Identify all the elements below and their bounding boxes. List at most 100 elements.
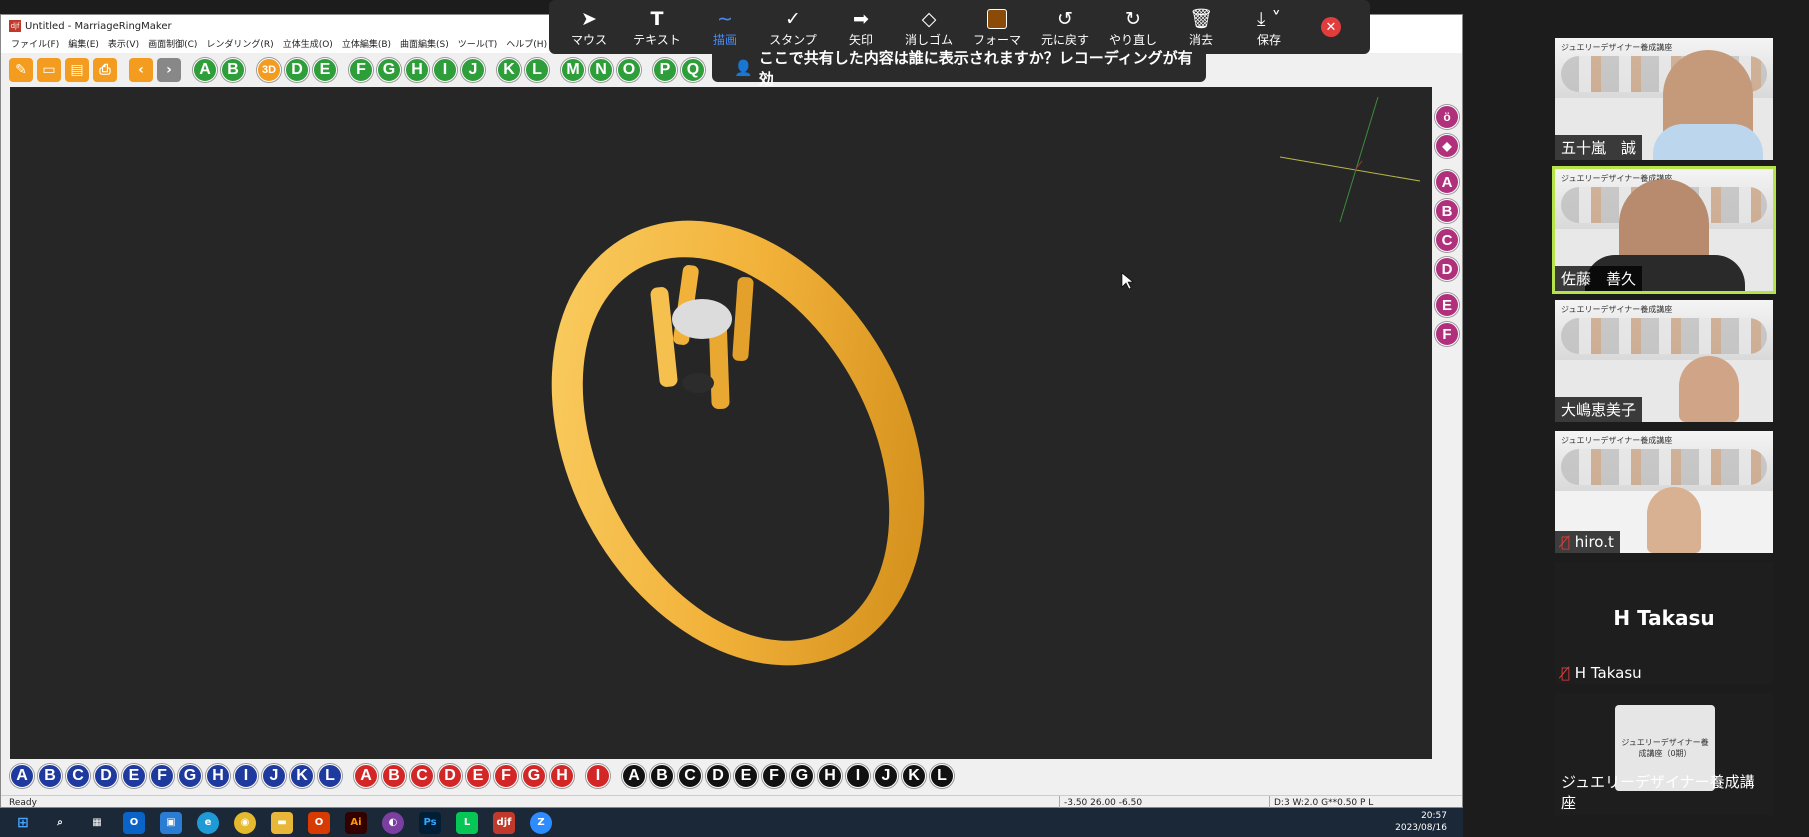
ring-tool-icon[interactable]: ö [1435, 105, 1459, 129]
tool-o[interactable]: O [617, 58, 641, 82]
menu-tools[interactable]: ツール(T) [458, 37, 498, 53]
black-tool-c[interactable]: C [678, 764, 702, 788]
black-tool-d[interactable]: D [706, 764, 730, 788]
menu-file[interactable]: ファイル(F) [11, 37, 59, 53]
red-tool-h[interactable]: H [550, 764, 574, 788]
system-clock[interactable]: 20:57 2023/08/16 [1395, 810, 1447, 834]
blue-tool-a[interactable]: A [10, 764, 34, 788]
chrome-icon[interactable]: ◉ [234, 811, 256, 834]
annot-close-button[interactable]: ✕ [1321, 17, 1341, 37]
black-tool-f[interactable]: F [762, 764, 786, 788]
blue-tool-d[interactable]: D [94, 764, 118, 788]
menu-solid-create[interactable]: 立体生成(O) [283, 37, 333, 53]
menu-surface-edit[interactable]: 曲面編集(S) [400, 37, 449, 53]
blue-tool-l[interactable]: L [318, 764, 342, 788]
blue-tool-g[interactable]: G [178, 764, 202, 788]
tool-m[interactable]: M [561, 58, 585, 82]
right-tool-c[interactable]: C [1435, 228, 1459, 252]
red-tool-b[interactable]: B [382, 764, 406, 788]
participant-tile-5[interactable]: H Takasu 🎙̸ H Takasu [1555, 562, 1773, 684]
blue-tool-f[interactable]: F [150, 764, 174, 788]
red-tool-d[interactable]: D [438, 764, 462, 788]
tool-l[interactable]: L [525, 58, 549, 82]
tool-n[interactable]: N [589, 58, 613, 82]
zoom-icon[interactable]: Z [530, 811, 552, 834]
windows-icon[interactable]: ⊞ [12, 812, 34, 834]
red-tool-i[interactable]: I [586, 764, 610, 788]
tool-d[interactable]: D [285, 58, 309, 82]
3d-viewport[interactable] [10, 87, 1432, 759]
outlook-icon[interactable]: O [123, 811, 145, 834]
new-file-button[interactable]: ✎ [9, 58, 33, 82]
menu-help[interactable]: ヘルプ(H) [506, 37, 547, 53]
annot-draw-button[interactable]: ∼ 描画 [691, 0, 759, 54]
blue-tool-c[interactable]: C [66, 764, 90, 788]
tool-e[interactable]: E [313, 58, 337, 82]
open-file-button[interactable]: ▭ [37, 58, 61, 82]
annot-format-button[interactable]: フォーマ [963, 0, 1031, 54]
search-icon[interactable]: ⌕ [49, 812, 71, 834]
explorer-icon[interactable]: ▬ [271, 811, 293, 834]
annot-stamp-button[interactable]: ✓ スタンプ [759, 0, 827, 54]
tool-p[interactable]: P [653, 58, 677, 82]
print-button[interactable]: ⎙ [93, 58, 117, 82]
red-tool-g[interactable]: G [522, 764, 546, 788]
menu-view[interactable]: 表示(V) [108, 37, 139, 53]
djf-icon[interactable]: djf [493, 811, 515, 834]
black-tool-a[interactable]: A [622, 764, 646, 788]
black-tool-h[interactable]: H [818, 764, 842, 788]
right-tool-f[interactable]: F [1435, 322, 1459, 346]
annot-undo-button[interactable]: ↺ 元に戻す [1031, 0, 1099, 54]
blue-tool-j[interactable]: J [262, 764, 286, 788]
forward-button[interactable]: › [157, 58, 181, 82]
black-tool-l[interactable]: L [930, 764, 954, 788]
back-button[interactable]: ‹ [129, 58, 153, 82]
right-tool-e[interactable]: E [1435, 293, 1459, 317]
red-tool-a[interactable]: A [354, 764, 378, 788]
right-tool-d[interactable]: D [1435, 257, 1459, 281]
photoshop-icon[interactable]: Ps [419, 811, 441, 834]
annot-arrow-button[interactable]: ➡ 矢印 [827, 0, 895, 54]
tool-i[interactable]: I [433, 58, 457, 82]
edge-icon[interactable]: e [197, 811, 219, 834]
red-tool-f[interactable]: F [494, 764, 518, 788]
line-icon[interactable]: L [456, 811, 478, 834]
tool-g[interactable]: G [377, 58, 401, 82]
recording-notice[interactable]: 👤 ここで共有した内容は誰に表示されますか？レコーディングが有効 [712, 49, 1206, 88]
save-file-button[interactable]: ▤ [65, 58, 89, 82]
red-tool-c[interactable]: C [410, 764, 434, 788]
blue-tool-k[interactable]: K [290, 764, 314, 788]
tool-k[interactable]: K [497, 58, 521, 82]
black-tool-b[interactable]: B [650, 764, 674, 788]
tool-a[interactable]: A [193, 58, 217, 82]
tool-q[interactable]: Q [681, 58, 705, 82]
tool-j[interactable]: J [461, 58, 485, 82]
app-icon[interactable]: ◐ [382, 811, 404, 834]
tool-3d[interactable]: 3D [257, 58, 281, 82]
menu-solid-edit[interactable]: 立体編集(B) [342, 37, 391, 53]
annot-clear-button[interactable]: 🗑 消去 [1167, 0, 1235, 54]
participant-tile-4[interactable]: ジュエリーデザイナー養成講座 🎙̸ hiro.t [1555, 431, 1773, 553]
store-icon[interactable]: ▣ [160, 811, 182, 834]
annot-text-button[interactable]: T テキスト [623, 0, 691, 54]
blue-tool-e[interactable]: E [122, 764, 146, 788]
black-tool-k[interactable]: K [902, 764, 926, 788]
illustrator-icon[interactable]: Ai [345, 811, 367, 834]
blue-tool-h[interactable]: H [206, 764, 230, 788]
tool-b[interactable]: B [221, 58, 245, 82]
tool-f[interactable]: F [349, 58, 373, 82]
red-tool-e[interactable]: E [466, 764, 490, 788]
annot-mouse-button[interactable]: ➤ マウス [555, 0, 623, 54]
black-tool-j[interactable]: J [874, 764, 898, 788]
right-tool-b[interactable]: B [1435, 199, 1459, 223]
right-tool-a[interactable]: A [1435, 170, 1459, 194]
office-icon[interactable]: O [308, 811, 330, 834]
blue-tool-b[interactable]: B [38, 764, 62, 788]
black-tool-g[interactable]: G [790, 764, 814, 788]
menu-edit[interactable]: 編集(E) [68, 37, 99, 53]
participant-tile-3[interactable]: ジュエリーデザイナー養成講座 大嶋恵美子 [1555, 300, 1773, 422]
annot-save-button[interactable]: ⤓ ˅ 保存 [1235, 0, 1303, 54]
participant-tile-2[interactable]: ジュエリーデザイナー養成講座 佐藤 善久 [1552, 166, 1776, 294]
tool-h[interactable]: H [405, 58, 429, 82]
participant-tile-6[interactable]: ジュエリーデザイナー養成講座（0期） ジュエリーデザイナー養成講座 [1555, 693, 1773, 815]
